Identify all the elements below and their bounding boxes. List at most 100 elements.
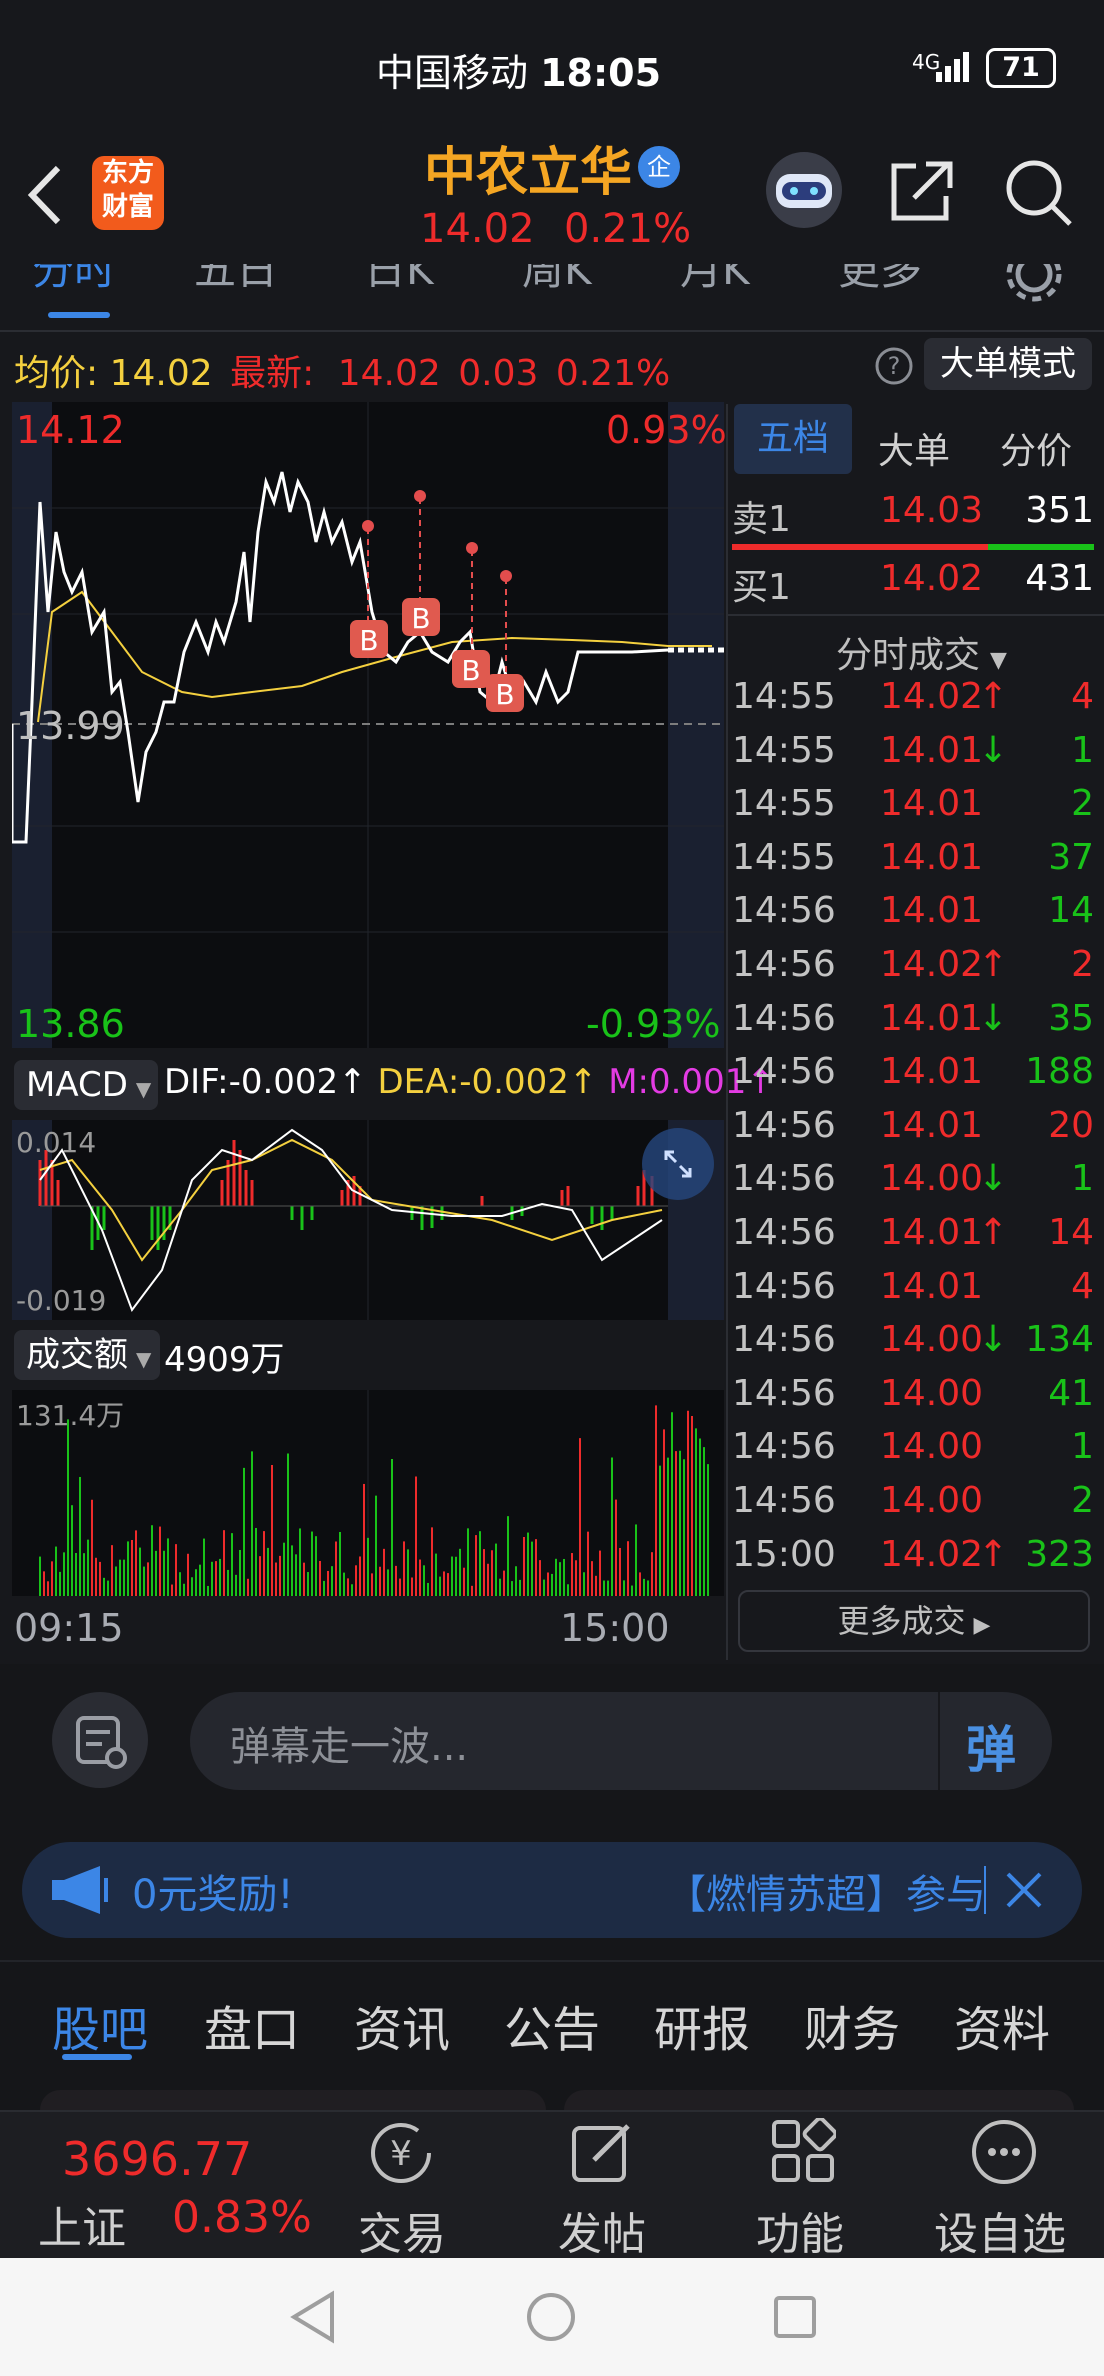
svg-text:B: B <box>495 678 514 711</box>
share-icon[interactable] <box>888 160 956 224</box>
clock: 18:05 <box>540 51 662 95</box>
robot-assistant-icon[interactable] <box>762 150 846 230</box>
macd-selector[interactable]: MACD ▼ <box>14 1060 158 1110</box>
tab-profile[interactable]: 资料 <box>954 1990 1050 2060</box>
danmaku-placeholder: 弹幕走一波... <box>230 1724 469 1770</box>
macd-dea: DEA:-0.002 <box>377 1062 569 1102</box>
arrow-down-icon: ↓ <box>978 729 1009 771</box>
trade-row: 14:56 14.00 1 <box>730 1426 1094 1480</box>
chevron-down-icon: ▼ <box>990 648 1007 673</box>
tab-price-split[interactable]: 分价 <box>1000 422 1072 474</box>
notice-banner[interactable]: 0元奖励! 【燃情苏超】参与 <box>22 1842 1082 1938</box>
arrow-down-icon: ↓ <box>978 1319 1009 1361</box>
nav-trade[interactable]: 交易 <box>358 2198 446 2262</box>
tab-forum[interactable]: 股吧 <box>52 1990 148 2060</box>
danmaku-send-button[interactable]: 弹 <box>966 1710 1016 1782</box>
tab-big-orders[interactable]: 大单 <box>878 422 950 474</box>
trade-price: 14.01 <box>880 1265 984 1307</box>
trade-time: 14:56 <box>732 1051 836 1093</box>
trade-time: 14:55 <box>732 836 836 878</box>
avg-label: 均价: <box>14 353 99 394</box>
trade-time: 14:56 <box>732 944 836 985</box>
trade-price: 14.01 <box>880 997 984 1039</box>
price-mid-label: 13.99 <box>16 704 125 748</box>
notice-text-right: 【燃情苏超】参与 <box>666 1872 986 1918</box>
tab-five-levels[interactable]: 五档 <box>734 404 852 474</box>
trade-time: 14:55 <box>732 676 836 717</box>
tab-order-book[interactable]: 盘口 <box>204 1990 300 2060</box>
tab-five-day[interactable]: 五日 <box>194 264 278 297</box>
system-back-icon[interactable] <box>288 2290 338 2344</box>
forum-tab-indicator <box>62 2054 132 2060</box>
back-icon[interactable] <box>24 164 66 226</box>
price-top-label: 14.12 <box>16 408 125 452</box>
start-time-label: 09:15 <box>14 1606 124 1650</box>
big-order-mode-button[interactable]: 大单模式 <box>924 338 1092 390</box>
carrier: 中国移动 <box>376 51 529 95</box>
trade-icon[interactable]: ¥ <box>364 2118 438 2188</box>
system-recents-icon[interactable] <box>770 2292 820 2342</box>
trade-row: 14:56 14.01 ↑ 14 <box>730 1212 1094 1266</box>
index-name: 上证 <box>38 2203 126 2254</box>
divider <box>0 330 1104 332</box>
tab-more[interactable]: 更多 <box>838 264 922 297</box>
functions-icon[interactable] <box>770 2118 836 2184</box>
svg-text:B: B <box>359 624 378 657</box>
trade-row: 14:56 14.00 ↓ 1 <box>730 1158 1094 1212</box>
tab-research[interactable]: 研报 <box>654 1990 750 2060</box>
trade-qty: 2 <box>1071 944 1094 985</box>
settings-icon[interactable] <box>1006 264 1062 302</box>
index-pct: 0.83% <box>172 2192 312 2243</box>
change-value: 0.03 <box>458 353 539 394</box>
trade-row: 14:55 14.02 ↑ 4 <box>730 676 1094 730</box>
trade-price: 14.01 <box>880 1104 984 1146</box>
svg-text:?: ? <box>888 352 901 380</box>
trades-title[interactable]: 分时成交 ▼ <box>836 626 1007 678</box>
trade-time: 15:00 <box>732 1533 836 1575</box>
index-value[interactable]: 3696.77 <box>62 2132 252 2186</box>
tab-weekly-k[interactable]: 周K <box>522 264 592 297</box>
trade-row: 14:56 14.00 ↓ 134 <box>730 1319 1094 1373</box>
chevron-down-icon: ▼ <box>136 1347 152 1371</box>
sell-1-row: 卖1 14.03 351 <box>732 490 1094 540</box>
panel-divider <box>726 404 728 1660</box>
volume-total: 4909万 <box>164 1340 285 1380</box>
price-bottom-label: 13.86 <box>16 1002 125 1046</box>
app-logo: 东方 财富 <box>92 156 164 230</box>
tab-financials[interactable]: 财务 <box>804 1990 900 2060</box>
close-icon[interactable] <box>1004 1870 1044 1910</box>
search-icon[interactable] <box>1004 158 1074 228</box>
trade-row: 14:56 14.00 2 <box>730 1480 1094 1534</box>
danmaku-settings-icon[interactable] <box>50 1690 150 1790</box>
arrow-up-icon: ↑ <box>978 1533 1009 1575</box>
trade-time: 14:56 <box>732 1480 836 1521</box>
post-icon[interactable] <box>568 2118 638 2188</box>
nav-add-watchlist[interactable]: 设自选 <box>934 2198 1066 2262</box>
tab-intraday[interactable]: 分时 <box>32 264 116 297</box>
trade-qty: 20 <box>1048 1104 1094 1146</box>
volume-selector[interactable]: 成交额 ▼ <box>14 1330 160 1380</box>
trade-row: 14:56 14.02 ↑ 2 <box>730 944 1094 998</box>
tab-daily-k[interactable]: 日K <box>364 264 434 297</box>
system-home-icon[interactable] <box>524 2290 578 2344</box>
trade-row: 14:56 14.01 188 <box>730 1051 1094 1105</box>
trade-price: 14.01 <box>880 836 984 878</box>
more-trades-button[interactable]: 更多成交 ▶ <box>738 1590 1090 1652</box>
tab-monthly-k[interactable]: 月K <box>680 264 750 297</box>
trade-price: 14.01 <box>880 783 984 825</box>
tab-news[interactable]: 资讯 <box>354 1990 450 2060</box>
trade-time: 14:56 <box>732 1426 836 1468</box>
danmaku-input[interactable]: 弹幕走一波... 弹 <box>190 1692 1052 1790</box>
nav-functions[interactable]: 功能 <box>756 2198 844 2262</box>
nav-post[interactable]: 发帖 <box>558 2198 646 2262</box>
macd-values: DIF:-0.002↑ DEA:-0.002↑ M:0.001↑ <box>164 1062 775 1102</box>
trade-price: 14.02 <box>880 1533 984 1575</box>
trade-price: 14.00 <box>880 1372 984 1414</box>
svg-text:B: B <box>461 654 480 687</box>
help-icon[interactable]: ? <box>874 346 914 386</box>
more-options-icon[interactable] <box>970 2118 1038 2186</box>
chart-tabs: 分时 五日 日K 周K 月K 更多 <box>0 264 1104 330</box>
trade-row: 14:56 14.01 14 <box>730 890 1094 944</box>
tab-announcements[interactable]: 公告 <box>504 1990 600 2060</box>
trade-qty: 4 <box>1071 676 1094 717</box>
